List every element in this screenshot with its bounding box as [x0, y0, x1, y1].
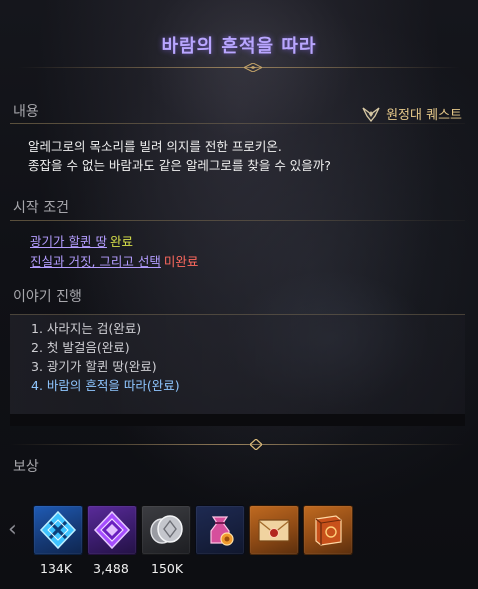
story-box-footer	[10, 414, 465, 426]
sealed-letter-icon	[258, 519, 290, 542]
title-divider	[18, 67, 460, 68]
description-line: 종잡을 수 없는 바람과도 같은 알레그로를 찾을 수 있을까?	[28, 158, 331, 173]
start-condition-list: 광기가 할퀸 땅 완료 진실과 거짓, 그리고 선택 미완료	[30, 232, 198, 272]
story-step: 2. 첫 발걸음(완료)	[31, 340, 130, 355]
pouch-icon	[210, 516, 234, 546]
condition-status: 완료	[109, 234, 133, 249]
quest-title: 바람의 흔적을 따라	[161, 36, 317, 57]
quest-description: 알레그로의 목소리를 빌려 의지를 전한 프로키온. 종잡을 수 없는 바람과도…	[28, 137, 458, 175]
book-icon	[315, 515, 342, 546]
reward-count: 150K	[151, 561, 184, 576]
description-line: 알레그로의 목소리를 빌려 의지를 전한 프로키온.	[28, 139, 282, 154]
quest-detail-panel: 바람의 흔적을 따라 내용 원정대 퀘스트 알레그로의 목소리를 빌려 의지를 …	[0, 0, 478, 589]
reward-slot[interactable]	[303, 505, 353, 555]
ornament-icon	[244, 63, 262, 72]
section-label-rewards: 보상	[13, 459, 39, 475]
story-progress-list: 1. 사라지는 검(완료) 2. 첫 발걸음(완료) 3. 광기가 할퀸 땅(완…	[31, 319, 180, 395]
start-condition-item: 진실과 거짓, 그리고 선택 미완료	[30, 252, 198, 272]
condition-quest-link[interactable]: 진실과 거짓, 그리고 선택	[30, 254, 161, 269]
guild-quest-icon	[362, 106, 380, 122]
condition-status: 미완료	[163, 254, 199, 269]
reward-slot[interactable]	[249, 505, 299, 555]
section-label-content: 내용	[13, 104, 39, 120]
silver-coins-icon	[150, 515, 183, 544]
story-step: 3. 광기가 할퀸 땅(완료)	[31, 359, 157, 374]
reward-slot[interactable]	[141, 505, 191, 555]
reward-slot[interactable]	[87, 505, 137, 555]
story-step: 1. 사라지는 검(완료)	[31, 321, 142, 336]
purple-crystal-icon	[93, 510, 131, 550]
quest-type-badge: 원정대 퀘스트	[362, 104, 462, 123]
reward-divider	[10, 444, 465, 445]
chevron-left-icon[interactable]: ‹	[8, 519, 24, 541]
section-divider	[10, 123, 465, 124]
reward-count: 3,488	[93, 561, 129, 576]
reward-slot[interactable]	[195, 505, 245, 555]
section-divider	[10, 220, 465, 221]
reward-list	[33, 505, 353, 555]
quest-type-label: 원정대 퀘스트	[386, 108, 462, 123]
start-condition-item: 광기가 할퀸 땅 완료	[30, 232, 198, 252]
blue-crystal-icon	[39, 510, 77, 550]
ornament-icon	[250, 439, 262, 450]
reward-count: 134K	[40, 561, 73, 576]
reward-slot[interactable]	[33, 505, 83, 555]
story-step-current: 4. 바람의 흔적을 따라(완료)	[31, 378, 180, 393]
section-label-story: 이야기 진행	[13, 289, 82, 305]
section-label-start-conditions: 시작 조건	[13, 200, 69, 216]
condition-quest-link[interactable]: 광기가 할퀸 땅	[30, 234, 107, 249]
